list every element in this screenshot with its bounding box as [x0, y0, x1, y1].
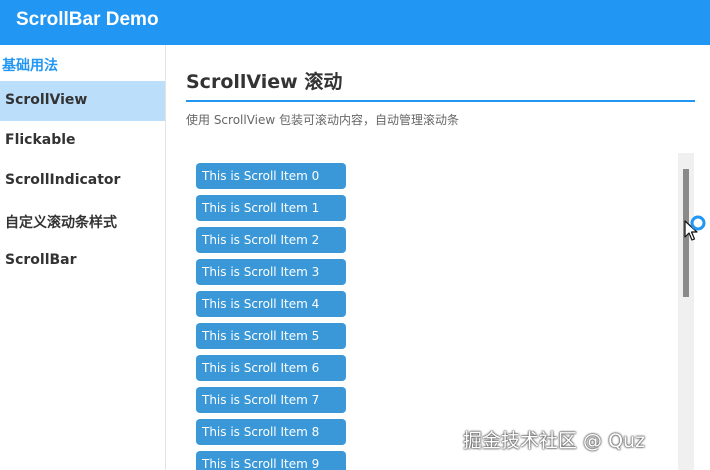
- scroll-item-label: This is Scroll Item 0: [202, 169, 320, 183]
- scroll-item[interactable]: This is Scroll Item 6: [196, 355, 346, 381]
- scroll-item-label: This is Scroll Item 8: [202, 425, 320, 439]
- scroll-item-label: This is Scroll Item 9: [202, 457, 320, 470]
- sidebar: 基础用法 ScrollView Flickable ScrollIndicato…: [0, 45, 166, 470]
- app-title-bar: ScrollBar Demo: [0, 0, 710, 45]
- sidebar-item-label: Flickable: [5, 132, 76, 148]
- scroll-item[interactable]: This is Scroll Item 9: [196, 451, 346, 470]
- sidebar-item-label: ScrollIndicator: [5, 172, 121, 188]
- sidebar-item-scrollview[interactable]: ScrollView: [0, 81, 165, 121]
- scroll-item-label: This is Scroll Item 4: [202, 297, 320, 311]
- page-title: ScrollView 滚动: [186, 71, 343, 93]
- sidebar-section-header: 基础用法: [2, 58, 58, 74]
- vertical-scrollbar[interactable]: [678, 153, 694, 470]
- sidebar-item-label: ScrollBar: [5, 252, 77, 268]
- watermark: 掘金技术社区 @ Quz: [463, 430, 646, 452]
- scroll-view[interactable]: This is Scroll Item 0 This is Scroll Ite…: [196, 160, 681, 470]
- title-divider: [186, 100, 695, 102]
- sidebar-item-label: 自定义滚动条样式: [5, 215, 117, 231]
- scroll-item-label: This is Scroll Item 3: [202, 265, 320, 279]
- scroll-item-label: This is Scroll Item 6: [202, 361, 320, 375]
- scroll-item-label: This is Scroll Item 7: [202, 393, 320, 407]
- scroll-item[interactable]: This is Scroll Item 3: [196, 259, 346, 285]
- scroll-item[interactable]: This is Scroll Item 2: [196, 227, 346, 253]
- app-title: ScrollBar Demo: [16, 9, 159, 30]
- scroll-item[interactable]: This is Scroll Item 8: [196, 419, 346, 445]
- scroll-item-label: This is Scroll Item 5: [202, 329, 320, 343]
- scroll-item[interactable]: This is Scroll Item 5: [196, 323, 346, 349]
- scroll-item[interactable]: This is Scroll Item 4: [196, 291, 346, 317]
- page-description: 使用 ScrollView 包装可滚动内容，自动管理滚动条: [186, 113, 460, 127]
- drag-handle-icon[interactable]: [690, 215, 706, 231]
- sidebar-item-scrollindicator[interactable]: ScrollIndicator: [0, 161, 165, 201]
- sidebar-item-scrollbar[interactable]: ScrollBar: [0, 241, 165, 281]
- sidebar-item-custom-scrollbar-style[interactable]: 自定义滚动条样式: [0, 201, 165, 241]
- scroll-item[interactable]: This is Scroll Item 1: [196, 195, 346, 221]
- scroll-item[interactable]: This is Scroll Item 0: [196, 163, 346, 189]
- scroll-item-label: This is Scroll Item 1: [202, 201, 320, 215]
- sidebar-item-flickable[interactable]: Flickable: [0, 121, 165, 161]
- sidebar-item-label: ScrollView: [5, 92, 88, 108]
- scroll-item[interactable]: This is Scroll Item 7: [196, 387, 346, 413]
- scroll-item-label: This is Scroll Item 2: [202, 233, 320, 247]
- main-content: ScrollView 滚动 使用 ScrollView 包装可滚动内容，自动管理…: [166, 45, 710, 470]
